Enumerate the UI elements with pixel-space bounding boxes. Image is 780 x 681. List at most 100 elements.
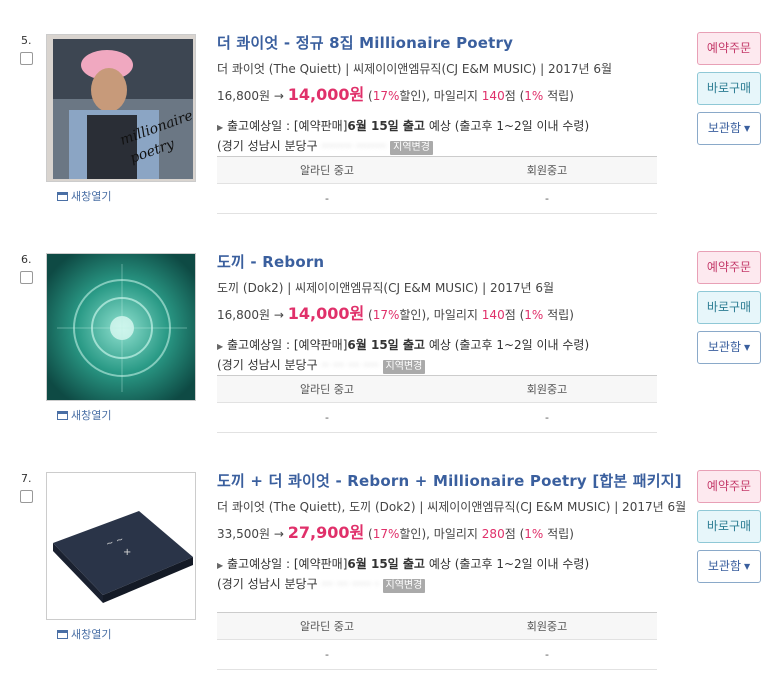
ship-label: 출고예상일 : bbox=[226, 119, 291, 133]
used-header-aladin: 알라딘 중고 bbox=[299, 620, 355, 633]
used-header-member: 회원중고 bbox=[526, 383, 568, 396]
used-table: 알라딘 중고 회원중고 - - bbox=[217, 156, 657, 214]
used-header-aladin: 알라딘 중고 bbox=[299, 383, 355, 396]
wishlist-button[interactable]: 보관함 ▼ bbox=[697, 112, 761, 145]
mileage-label: 마일리지 bbox=[433, 308, 478, 322]
item-number: 6. bbox=[21, 253, 32, 266]
triangle-bullet-icon: ▶ bbox=[217, 561, 224, 570]
mileage-rate-word: 적립 bbox=[547, 308, 570, 322]
mileage-points: 280 bbox=[481, 527, 505, 541]
reserve-order-button[interactable]: 예약주문 bbox=[697, 470, 761, 503]
new-window-label: 새창열기 bbox=[71, 190, 112, 203]
new-window-label: 새창열기 bbox=[71, 409, 112, 422]
wishlist-label: 보관함 bbox=[707, 559, 741, 573]
used-value-aladin[interactable]: - bbox=[217, 184, 437, 213]
select-checkbox[interactable] bbox=[20, 52, 33, 65]
buy-now-button[interactable]: 바로구매 bbox=[697, 510, 761, 543]
region-change-button[interactable]: 지역변경 bbox=[382, 579, 426, 593]
ship-label: 출고예상일 : bbox=[226, 338, 291, 352]
product-meta: 더 콰이엇 (The Quiett) | 씨제이이앤엠뮤직(CJ E&M MUS… bbox=[217, 62, 613, 76]
mileage-rate-word: 적립 bbox=[547, 89, 570, 103]
sale-price: 14,000원 bbox=[287, 85, 365, 104]
product-title[interactable]: 도끼 - Reborn bbox=[217, 251, 687, 272]
product-title[interactable]: 도끼 + 더 콰이엇 - Reborn + Millionaire Poetry… bbox=[217, 470, 687, 491]
triangle-bullet-icon: ▶ bbox=[217, 123, 224, 132]
price-line: 16,800원 → 14,000원 (17%할인), 마일리지 140점 (1%… bbox=[217, 304, 574, 323]
product-meta: 도끼 (Dok2) | 씨제이이앤엠뮤직(CJ E&M MUSIC) | 201… bbox=[217, 281, 555, 295]
album-cover[interactable] bbox=[46, 253, 196, 401]
reserve-order-button[interactable]: 예약주문 bbox=[697, 251, 761, 284]
chevron-down-icon: ▼ bbox=[743, 124, 751, 133]
ship-address: (경기 성남시 분당구 bbox=[217, 358, 318, 372]
region-change-button[interactable]: 지역변경 bbox=[382, 360, 426, 374]
sale-price: 14,000원 bbox=[287, 304, 365, 323]
new-window-label: 새창열기 bbox=[71, 628, 112, 641]
reserve-order-button[interactable]: 예약주문 bbox=[697, 32, 761, 65]
mileage-points: 140 bbox=[481, 308, 505, 322]
used-header-aladin: 알라딘 중고 bbox=[299, 164, 355, 177]
used-value-aladin[interactable]: - bbox=[217, 403, 437, 432]
product-info: 더 콰이엇 - 정규 8집 Millionaire Poetry 더 콰이엇 (… bbox=[217, 32, 687, 155]
price-line: 33,500원 → 27,900원 (17%할인), 마일리지 280점 (1%… bbox=[217, 523, 574, 542]
shipping-info: ▶ 출고예상일 : [예약판매]6월 15일 출고 예상 (출고후 1~2일 이… bbox=[217, 336, 687, 374]
chevron-down-icon: ▼ bbox=[743, 343, 751, 352]
price-arrow: → bbox=[273, 308, 284, 322]
ship-date: 6월 15일 출고 bbox=[347, 557, 425, 571]
new-window-link[interactable]: 새창열기 bbox=[57, 188, 111, 204]
new-window-link[interactable]: 새창열기 bbox=[57, 407, 111, 423]
discount-percent: 17% bbox=[372, 89, 400, 103]
sale-price: 27,900원 bbox=[287, 523, 365, 542]
price-line: 16,800원 → 14,000원 (17%할인), 마일리지 140점 (1%… bbox=[217, 85, 574, 104]
product-meta: 더 콰이엇 (The Quiett), 도끼 (Dok2) | 씨제이이앤엠뮤직… bbox=[217, 500, 687, 514]
mileage-label: 마일리지 bbox=[433, 89, 478, 103]
new-window-icon bbox=[57, 191, 68, 201]
used-table: 알라딘 중고 회원중고 - - bbox=[217, 375, 657, 433]
discount-percent: 17% bbox=[372, 308, 400, 322]
used-table: 알라딘 중고 회원중고 - - bbox=[217, 612, 657, 670]
list-price: 33,500원 bbox=[217, 527, 271, 541]
buy-now-button[interactable]: 바로구매 bbox=[697, 72, 761, 105]
ship-address: (경기 성남시 분당구 bbox=[217, 139, 318, 153]
ship-address-hidden: ·· ··· ··· ···· bbox=[321, 358, 379, 372]
used-header-member: 회원중고 bbox=[526, 620, 568, 633]
used-value-member[interactable]: - bbox=[437, 184, 657, 213]
list-price: 16,800원 bbox=[217, 308, 271, 322]
product-title[interactable]: 더 콰이엇 - 정규 8집 Millionaire Poetry bbox=[217, 32, 687, 53]
select-checkbox[interactable] bbox=[20, 490, 33, 503]
ship-address-hidden: ········ ········ bbox=[321, 139, 387, 153]
album-cover[interactable]: millionaire poetry bbox=[46, 34, 196, 182]
discount-word: 할인 bbox=[399, 89, 422, 103]
price-arrow: → bbox=[273, 527, 284, 541]
product-info: 도끼 - Reborn 도끼 (Dok2) | 씨제이이앤엠뮤직(CJ E&M … bbox=[217, 251, 687, 374]
select-checkbox[interactable] bbox=[20, 271, 33, 284]
region-change-button[interactable]: 지역변경 bbox=[390, 141, 433, 155]
new-window-link[interactable]: 새창열기 bbox=[57, 626, 111, 642]
wishlist-label: 보관함 bbox=[707, 121, 741, 135]
ship-date: 6월 15일 출고 bbox=[347, 338, 425, 352]
used-value-aladin[interactable]: - bbox=[217, 640, 437, 669]
mileage-points: 140 bbox=[481, 89, 505, 103]
ship-address: (경기 성남시 분당구 bbox=[217, 577, 318, 591]
used-value-member[interactable]: - bbox=[437, 403, 657, 432]
mileage-unit: 점 bbox=[504, 527, 516, 541]
new-window-icon bbox=[57, 629, 68, 639]
used-header-member: 회원중고 bbox=[526, 164, 568, 177]
svg-text:+: + bbox=[123, 547, 131, 558]
mileage-unit: 점 bbox=[504, 308, 516, 322]
wishlist-button[interactable]: 보관함 ▼ bbox=[697, 550, 761, 583]
used-value-member[interactable]: - bbox=[437, 640, 657, 669]
album-cover[interactable]: ~ ~ + bbox=[46, 472, 196, 620]
ship-note: 예상 (출고후 1~2일 이내 수령) bbox=[428, 557, 590, 571]
mileage-rate: 1% bbox=[524, 308, 544, 322]
ship-address-hidden: ··· ··· ····· · bbox=[321, 577, 379, 591]
buy-now-button[interactable]: 바로구매 bbox=[697, 291, 761, 324]
ship-date: 6월 15일 출고 bbox=[347, 119, 425, 133]
discount-word: 할인 bbox=[399, 527, 422, 541]
chevron-down-icon: ▼ bbox=[743, 562, 751, 571]
discount-word: 할인 bbox=[399, 308, 422, 322]
item-number: 7. bbox=[21, 472, 32, 485]
mileage-rate: 1% bbox=[524, 527, 544, 541]
ship-tag: [예약판매] bbox=[293, 119, 348, 133]
ship-label: 출고예상일 : bbox=[226, 557, 291, 571]
wishlist-button[interactable]: 보관함 ▼ bbox=[697, 331, 761, 364]
